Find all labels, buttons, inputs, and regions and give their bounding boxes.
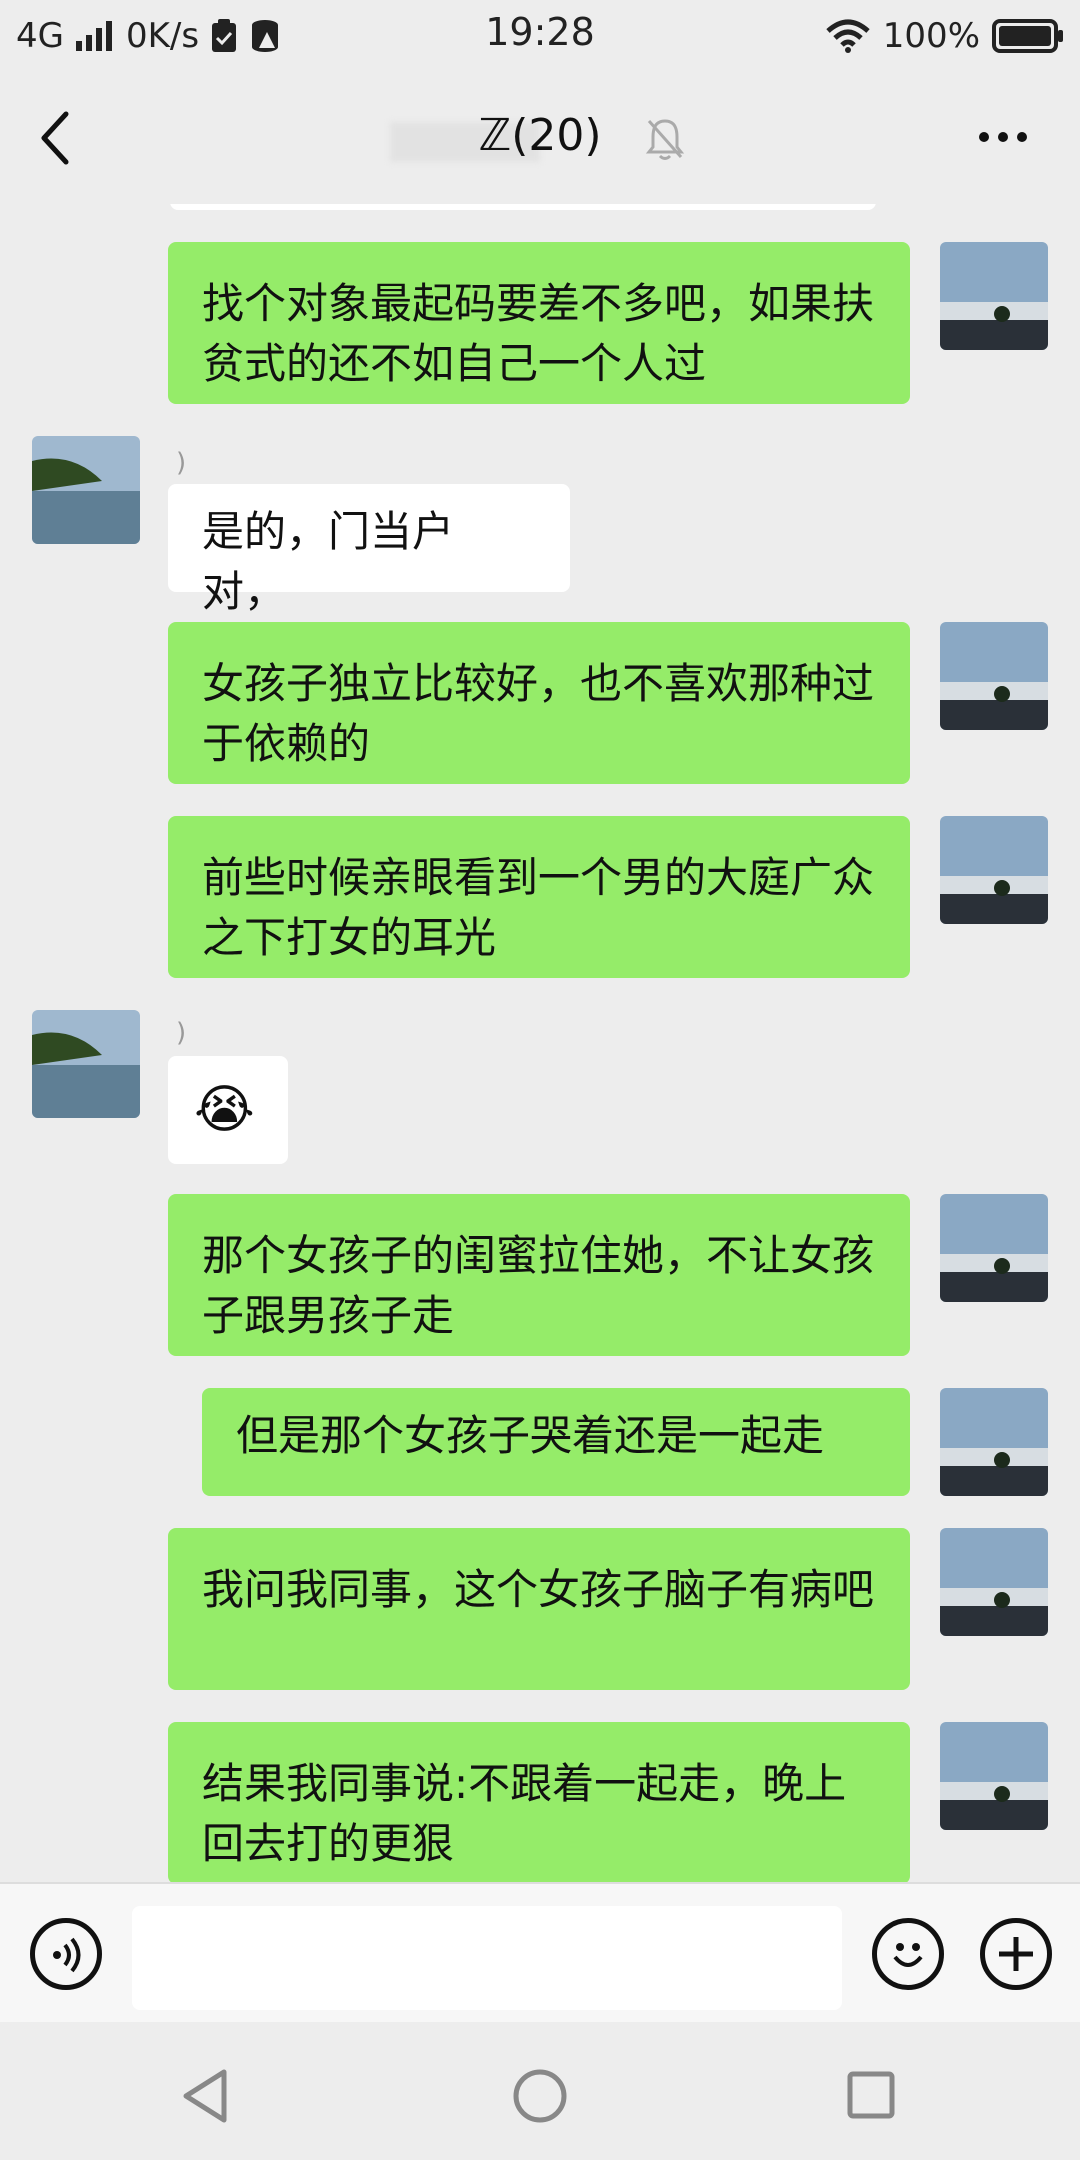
more-actions-button[interactable]	[980, 1918, 1052, 1990]
nav-back-icon[interactable]	[180, 2068, 230, 2124]
nav-home-icon[interactable]	[512, 2068, 568, 2124]
my-avatar[interactable]	[940, 242, 1048, 350]
my-avatar[interactable]	[940, 1194, 1048, 1302]
message-bubble-incoming[interactable]: 是的，门当户对，	[168, 484, 570, 616]
message-bubble-outgoing[interactable]: 找个对象最起码要差不多吧，如果扶贫式的还不如自己一个人过	[168, 242, 910, 404]
chat-header: ℤ(20)	[0, 72, 1080, 206]
my-avatar[interactable]	[940, 622, 1048, 730]
sender-nickname: )	[176, 1018, 187, 1048]
chat-area[interactable]: 找个对象最起码要差不多吧，如果扶贫式的还不如自己一个人过 ) 是的，门当户对， …	[0, 204, 1080, 1882]
voice-button[interactable]	[30, 1918, 102, 1990]
my-avatar[interactable]	[940, 1722, 1048, 1830]
message-bubble-incoming[interactable]: 😭	[168, 1056, 288, 1164]
chat-title: ℤ(20)	[478, 110, 602, 161]
message-bubble-outgoing[interactable]: 我问我同事，这个女孩子脑子有病吧	[168, 1528, 910, 1690]
message-input[interactable]	[132, 1906, 842, 2010]
my-avatar[interactable]	[940, 816, 1048, 924]
nav-recents-icon[interactable]	[846, 2070, 896, 2120]
contact-avatar[interactable]	[32, 436, 140, 544]
previous-bubble-fragment	[170, 204, 876, 210]
contact-avatar[interactable]	[32, 1010, 140, 1118]
status-bar: 4G 0K/s 19:28 100%	[0, 0, 1080, 72]
message-bubble-outgoing[interactable]: 但是那个女孩子哭着还是一起走	[202, 1388, 910, 1496]
wifi-icon	[826, 19, 870, 53]
input-bar	[0, 1882, 1080, 2024]
system-nav-bar	[0, 2022, 1080, 2160]
message-bubble-outgoing[interactable]: 前些时候亲眼看到一个男的大庭广众之下打女的耳光	[168, 816, 910, 978]
status-right: 100%	[825, 14, 1066, 58]
message-bubble-outgoing[interactable]: 结果我同事说:不跟着一起走，晚上回去打的更狠	[168, 1722, 910, 1882]
voice-icon	[53, 1937, 81, 1973]
emoji-button[interactable]	[872, 1918, 944, 1990]
message-bubble-outgoing[interactable]: 那个女孩子的闺蜜拉住她，不让女孩子跟男孩子走	[168, 1194, 910, 1356]
sender-nickname: )	[176, 448, 187, 478]
crying-emoji: 😭	[194, 1080, 255, 1140]
battery-percent: 100%	[882, 16, 980, 56]
my-avatar[interactable]	[940, 1528, 1048, 1636]
my-avatar[interactable]	[940, 1388, 1048, 1496]
smiley-icon	[893, 1943, 923, 1967]
mute-icon	[645, 119, 685, 160]
plus-icon	[999, 1937, 1033, 1971]
battery-icon	[992, 19, 1063, 53]
more-icon[interactable]	[978, 130, 1028, 144]
message-bubble-outgoing[interactable]: 女孩子独立比较好，也不喜欢那种过于依赖的	[168, 622, 910, 784]
